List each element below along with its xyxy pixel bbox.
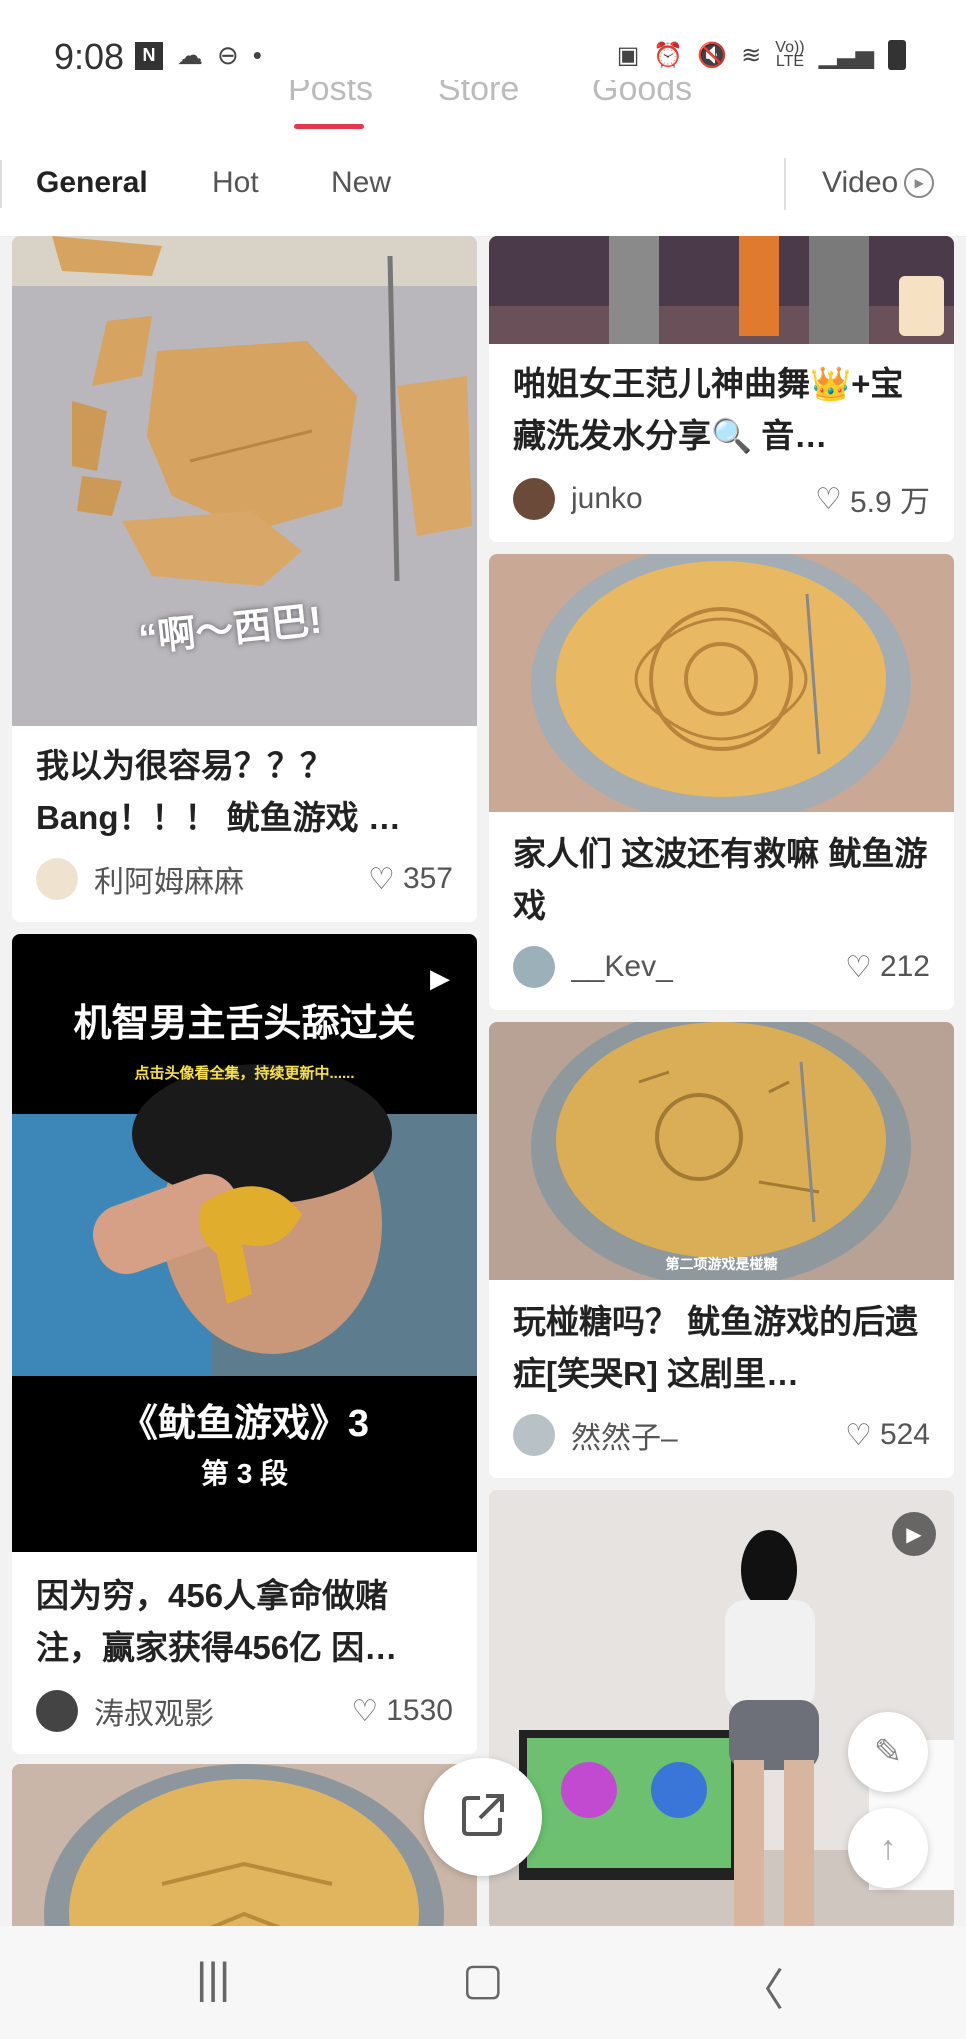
- share-icon: [458, 1790, 508, 1845]
- post-card[interactable]: 家人们 这波还有救嘛 鱿鱼游戏 __Kev_ ♡ 212: [489, 554, 954, 1010]
- signal-icon: ▁▃▅: [818, 41, 874, 69]
- avatar[interactable]: [36, 1690, 78, 1732]
- image-caption-series: 《鱿鱼游戏》3: [119, 1403, 370, 1445]
- video-play-icon: ▶: [892, 1512, 936, 1556]
- home-icon[interactable]: ▢: [462, 1954, 504, 2005]
- post-title: 啪姐女王范儿神曲舞👑+宝藏洗发水分享🔍 音…: [513, 365, 904, 454]
- active-tab-indicator: [294, 124, 364, 129]
- like-count: 212: [879, 950, 930, 983]
- notification-n-icon: N: [135, 41, 163, 70]
- post-image: [489, 1022, 954, 1287]
- subtab-general[interactable]: General: [36, 166, 148, 200]
- back-to-top-button[interactable]: ↑: [848, 1808, 928, 1888]
- post-card[interactable]: 第二项游戏是椪糖 玩椪糖吗？ 鱿鱼游戏的后遗症[笑哭R] 这剧里… 然然子– ♡…: [489, 1022, 954, 1478]
- post-meta: 利阿姆麻麻 ♡ 357: [36, 854, 453, 904]
- avatar[interactable]: [513, 946, 555, 988]
- battery-icon: [888, 40, 906, 70]
- wifi-icon: ≋: [741, 41, 762, 69]
- sub-tabs: General Hot New Video ▶: [0, 130, 966, 237]
- author-name[interactable]: 涛叔观影: [94, 1689, 351, 1733]
- post-image: [489, 236, 954, 344]
- like-count: 357: [402, 862, 453, 895]
- tab-posts[interactable]: Posts: [288, 80, 373, 109]
- post-meta: junko ♡ 5.9 万: [513, 474, 930, 524]
- subtab-hot[interactable]: Hot: [212, 166, 259, 200]
- post-image: [12, 1764, 477, 1926]
- cloud-icon: ☁: [177, 40, 203, 70]
- post-image: [12, 236, 477, 726]
- lte-icon: LTE: [775, 53, 805, 70]
- post-title: 我以为很容易？？？ Bang！！！ 鱿鱼游戏 …: [36, 747, 401, 836]
- like-count: 5.9 万: [849, 486, 930, 519]
- like-count: 524: [879, 1418, 930, 1451]
- compose-post-button[interactable]: ✎: [848, 1712, 928, 1792]
- tab-goods[interactable]: Goods: [592, 80, 692, 109]
- post-title: 玩椪糖吗？ 鱿鱼游戏的后遗症[笑哭R] 这剧里…: [513, 1303, 919, 1392]
- dnd-icon: ⊖: [217, 40, 239, 70]
- heart-icon: ♡: [815, 482, 842, 516]
- post-card[interactable]: ▶ 机智男主舌头舔过关 点击头像看全集，持续更新中...... 《鱿鱼游戏》3 …: [12, 934, 477, 1754]
- share-button[interactable]: [424, 1758, 542, 1876]
- author-name[interactable]: junko: [571, 482, 815, 516]
- image-caption: 第二项游戏是椪糖: [665, 1256, 778, 1272]
- post-meta: __Kev_ ♡ 212: [513, 942, 930, 992]
- post-card[interactable]: 啪姐女王范儿神曲舞👑+宝藏洗发水分享🔍 音… junko ♡ 5.9 万: [489, 236, 954, 542]
- post-feed[interactable]: “啊～西巴! 我以为很容易？？？ Bang！！！ 鱿鱼游戏 … 利阿姆麻麻 ♡ …: [0, 236, 966, 1926]
- status-time: 9:08: [54, 36, 125, 77]
- image-caption-subtitle: 点击头像看全集，持续更新中......: [134, 1065, 355, 1082]
- arrow-up-icon: ↑: [879, 1828, 897, 1867]
- image-caption-episode: 第 3 段: [200, 1458, 289, 1489]
- avatar[interactable]: [513, 478, 555, 520]
- image-caption-title: 机智男主舌头舔过关: [73, 1003, 416, 1045]
- edit-icon: ✎: [873, 1733, 903, 1771]
- system-nav-bar: ||| ▢ 〈: [0, 1926, 966, 2039]
- avatar[interactable]: [36, 858, 78, 900]
- author-name[interactable]: 然然子–: [571, 1413, 845, 1457]
- post-title: 家人们 这波还有救嘛 鱿鱼游戏: [513, 835, 928, 924]
- dot-icon: •: [252, 40, 262, 70]
- subtab-video-label: Video: [822, 166, 899, 199]
- post-meta: 涛叔观影 ♡ 1530: [36, 1686, 453, 1736]
- author-name[interactable]: 利阿姆麻麻: [94, 857, 368, 901]
- author-name[interactable]: __Kev_: [571, 950, 845, 984]
- heart-icon: ♡: [845, 1418, 872, 1452]
- heart-icon: ♡: [845, 950, 872, 984]
- heart-icon: ♡: [368, 862, 395, 896]
- divider: [0, 160, 2, 208]
- mute-icon: 🔇: [697, 41, 728, 69]
- top-tabs: Posts Store Goods: [0, 80, 966, 130]
- play-circle-icon: ▶: [904, 168, 935, 198]
- post-image: [489, 554, 954, 824]
- subtab-video[interactable]: Video ▶: [822, 166, 935, 200]
- tab-store[interactable]: Store: [438, 80, 519, 109]
- avatar[interactable]: [513, 1414, 555, 1456]
- subtab-new[interactable]: New: [331, 166, 391, 200]
- like-count: 1530: [386, 1694, 453, 1727]
- alarm-icon: ⏰: [653, 41, 684, 69]
- post-card[interactable]: “啊～西巴! 我以为很容易？？？ Bang！！！ 鱿鱼游戏 … 利阿姆麻麻 ♡ …: [12, 236, 477, 922]
- post-meta: 然然子– ♡ 524: [513, 1410, 930, 1460]
- recent-apps-icon[interactable]: |||: [196, 1954, 230, 2004]
- post-card[interactable]: [12, 1764, 477, 1926]
- battery-saver-icon: ▣: [616, 41, 640, 69]
- heart-icon: ♡: [351, 1694, 379, 1728]
- post-title: 因为穷，456人拿命做赌注，赢家获得456亿 因…: [36, 1577, 398, 1666]
- back-icon[interactable]: 〈: [740, 1954, 784, 2018]
- divider: [784, 158, 786, 210]
